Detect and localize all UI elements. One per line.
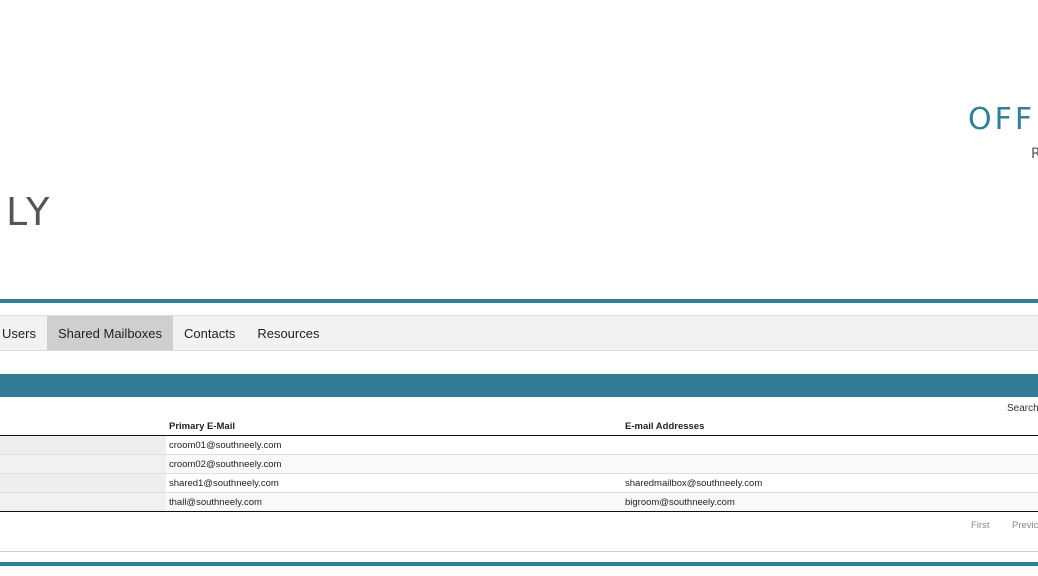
footer-divider bbox=[0, 562, 1038, 566]
table-row[interactable]: thall@southneely.com bigroom@southneely.… bbox=[0, 492, 1038, 512]
column-header-name[interactable] bbox=[0, 417, 166, 436]
search-label: Search bbox=[1007, 403, 1038, 414]
cell-name bbox=[0, 473, 166, 493]
logo-right-text: OFFI bbox=[968, 102, 1038, 137]
cell-primary-email: croom01@southneely.com bbox=[166, 435, 622, 455]
cell-primary-email: croom02@southneely.com bbox=[166, 454, 622, 474]
column-header-primary-email[interactable]: Primary E-Mail bbox=[166, 417, 622, 436]
tab-contacts[interactable]: Contacts bbox=[173, 316, 246, 350]
logo-left-text: LY bbox=[6, 190, 54, 234]
cell-email-addresses: sharedmailbox@southneely.com bbox=[622, 473, 1038, 493]
pagination-previous-button[interactable]: Previc bbox=[1012, 520, 1038, 531]
cell-name bbox=[0, 492, 166, 512]
header-divider bbox=[0, 299, 1038, 303]
cell-email-addresses: bigroom@southneely.com bbox=[622, 492, 1038, 512]
cell-primary-email: thall@southneely.com bbox=[166, 492, 622, 512]
tab-bar: Users Shared Mailboxes Contacts Resource… bbox=[0, 315, 1038, 351]
tab-users[interactable]: Users bbox=[0, 316, 47, 350]
table-row[interactable]: croom02@southneely.com bbox=[0, 454, 1038, 474]
column-header-email-addresses[interactable]: E-mail Addresses bbox=[622, 417, 1038, 436]
mailbox-table: Primary E-Mail E-mail Addresses croom01@… bbox=[0, 417, 1038, 512]
cell-email-addresses bbox=[622, 435, 1038, 455]
table-row[interactable]: croom01@southneely.com bbox=[0, 435, 1038, 455]
pagination-first-button[interactable]: First bbox=[971, 520, 989, 531]
cell-name bbox=[0, 454, 166, 474]
tab-resources[interactable]: Resources bbox=[246, 316, 330, 350]
tab-shared-mailboxes[interactable]: Shared Mailboxes bbox=[46, 316, 174, 350]
content-divider bbox=[0, 551, 1038, 552]
table-row[interactable]: shared1@southneely.com sharedmailbox@sou… bbox=[0, 473, 1038, 493]
cell-primary-email: shared1@southneely.com bbox=[166, 473, 622, 493]
table-header-row: Primary E-Mail E-mail Addresses bbox=[0, 417, 1038, 436]
cell-name bbox=[0, 435, 166, 455]
section-header-bar bbox=[0, 374, 1038, 397]
cell-email-addresses bbox=[622, 454, 1038, 474]
logo-right-subtext: R bbox=[1031, 146, 1038, 162]
